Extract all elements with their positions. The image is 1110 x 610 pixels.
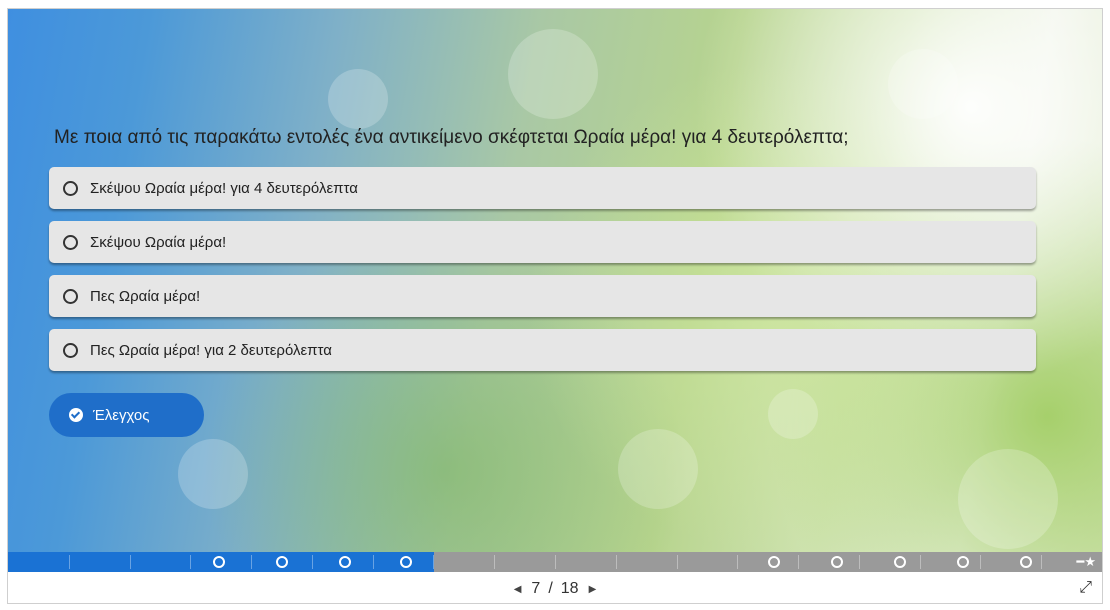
radio-icon[interactable] [63, 288, 78, 304]
progress-segment-divider [312, 555, 313, 569]
progress-segment-divider [737, 555, 738, 569]
progress-segment-divider [69, 555, 70, 569]
progress-segment-divider [190, 555, 191, 569]
bokeh-decoration [768, 389, 818, 439]
bokeh-decoration [508, 29, 598, 119]
answer-label: Σκέψου Ωραία μέρα! για 4 δευτερόλεπτα [90, 179, 358, 197]
progress-marker[interactable] [768, 556, 780, 568]
question-text: Με ποια από τις παρακάτω εντολές ένα αντ… [54, 127, 849, 148]
progress-segment-divider [980, 555, 981, 569]
slide-stage: Με ποια από τις παρακάτω εντολές ένα αντ… [8, 9, 1102, 552]
progress-marker[interactable] [213, 556, 225, 568]
caret-right-icon[interactable]: ▶ [579, 584, 607, 595]
progress-marker[interactable] [831, 556, 843, 568]
check-circle-icon [69, 408, 83, 422]
bokeh-decoration [328, 69, 388, 129]
progress-segment-divider [859, 555, 860, 569]
progress-marker[interactable] [1020, 556, 1032, 568]
progress-segment-divider [251, 555, 252, 569]
progress-marker[interactable] [400, 556, 412, 568]
presentation-frame: Με ποια από τις παρακάτω εντολές ένα αντ… [7, 8, 1103, 604]
slide-progress-bar[interactable]: ━★ [8, 552, 1102, 572]
radio-icon[interactable] [63, 180, 78, 196]
answer-label: Σκέψου Ωραία μέρα! [90, 233, 227, 251]
answer-option-3[interactable]: Πες Ωραία μέρα! [49, 275, 1036, 317]
progress-segment-divider [433, 555, 434, 569]
radio-icon[interactable] [63, 234, 78, 250]
expand-icon[interactable]: ⤢ [1079, 579, 1092, 597]
progress-marker[interactable] [957, 556, 969, 568]
finish-star-icon[interactable]: ━★ [1077, 554, 1096, 570]
caret-left-icon[interactable]: ◀ [504, 584, 532, 595]
bokeh-decoration [888, 49, 958, 119]
answer-option-4[interactable]: Πες Ωραία μέρα! για 2 δευτερόλεπτα [49, 329, 1036, 371]
answer-label: Πες Ωραία μέρα! [90, 287, 201, 305]
check-button-label: Έλεγχος [93, 406, 150, 424]
progress-marker[interactable] [894, 556, 906, 568]
bokeh-decoration [618, 429, 698, 509]
progress-segment-divider [616, 555, 617, 569]
slide-navigation: ◀ 7 / 18 ▶ [8, 575, 1102, 603]
progress-segment-divider [920, 555, 921, 569]
progress-marker[interactable] [276, 556, 288, 568]
current-slide-number: 7 [531, 580, 541, 597]
progress-segment-divider [1041, 555, 1042, 569]
progress-segment-divider [130, 555, 131, 569]
answer-option-2[interactable]: Σκέψου Ωραία μέρα! [49, 221, 1036, 263]
progress-segment-divider [494, 555, 495, 569]
progress-segment-divider [373, 555, 374, 569]
slide-separator: / [548, 580, 553, 597]
check-button[interactable]: Έλεγχος [49, 393, 204, 437]
progress-segment-divider [798, 555, 799, 569]
total-slides: 18 [560, 580, 579, 597]
progress-segment-divider [677, 555, 678, 569]
radio-icon[interactable] [63, 342, 78, 358]
answer-option-1[interactable]: Σκέψου Ωραία μέρα! για 4 δευτερόλεπτα [49, 167, 1036, 209]
bokeh-decoration [178, 439, 248, 509]
progress-segment-divider [555, 555, 556, 569]
bokeh-decoration [958, 449, 1058, 549]
progress-marker[interactable] [339, 556, 351, 568]
answer-label: Πες Ωραία μέρα! για 2 δευτερόλεπτα [90, 341, 332, 359]
